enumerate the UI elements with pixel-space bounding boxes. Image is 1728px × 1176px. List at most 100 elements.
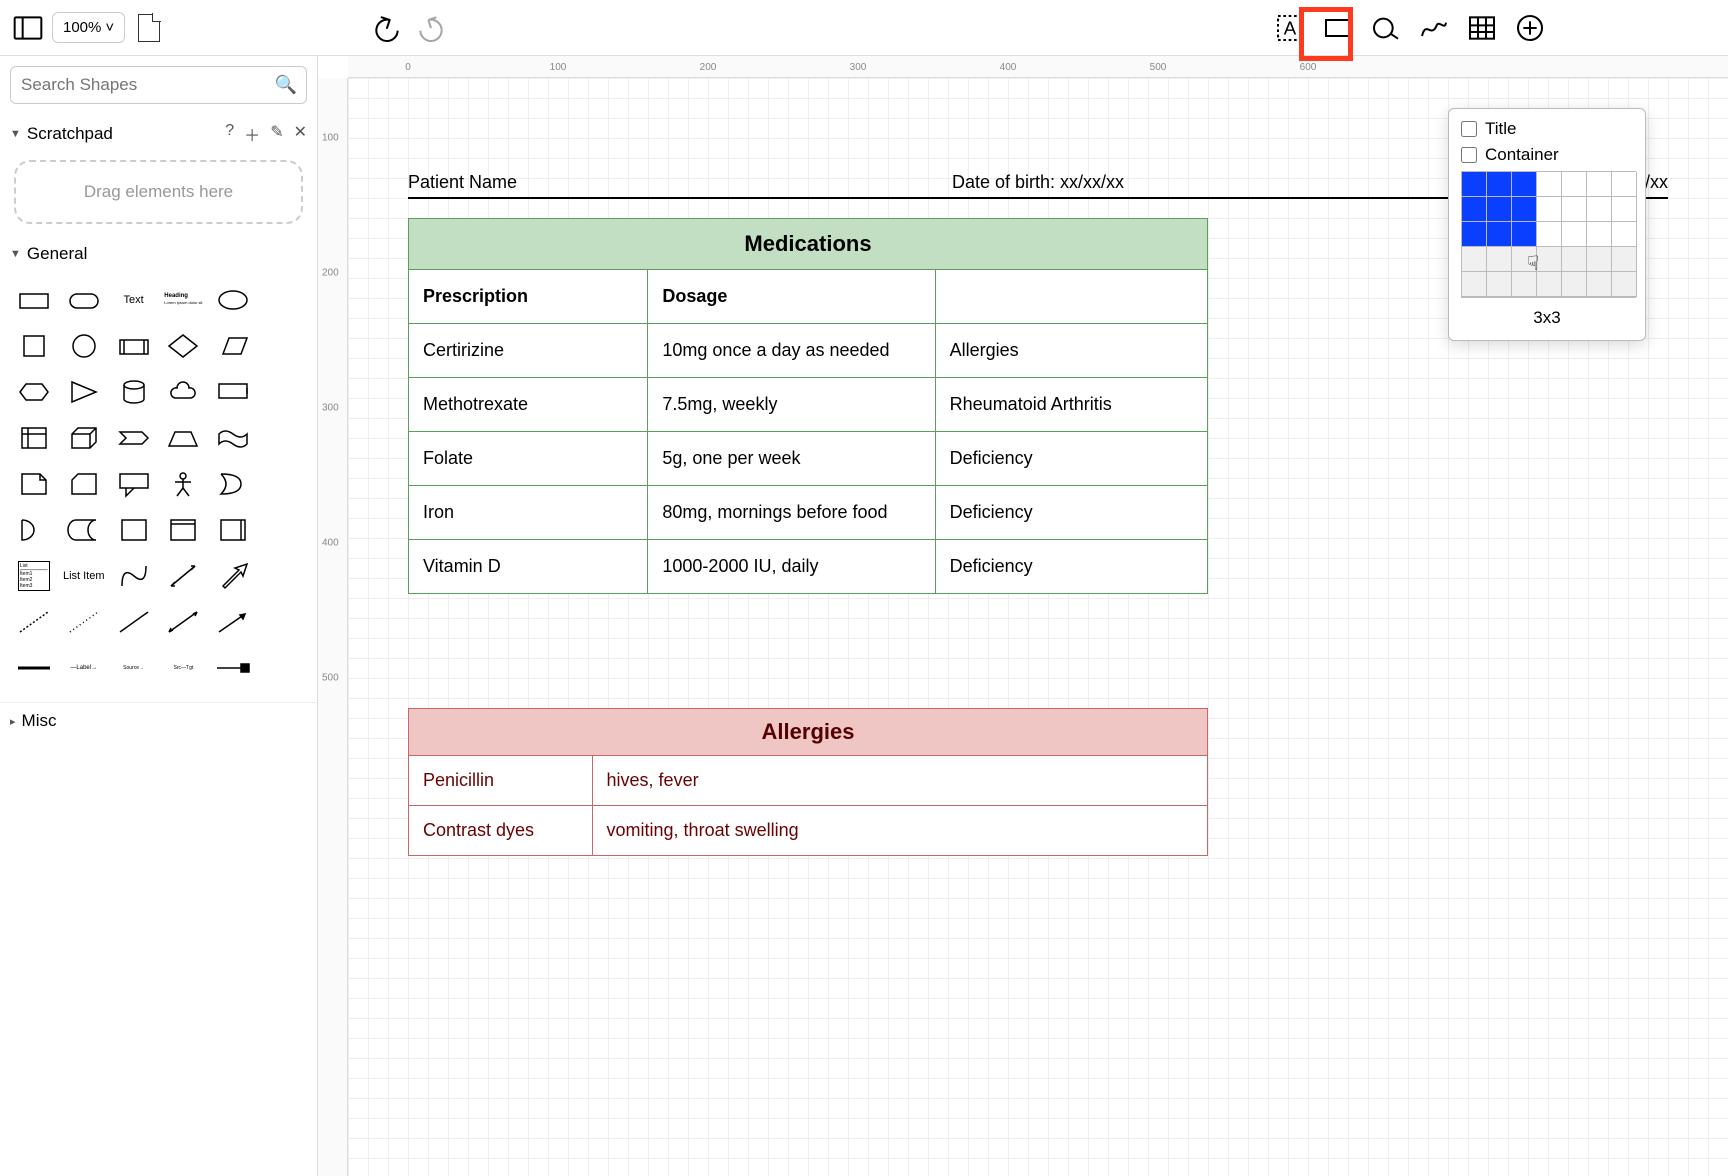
title-checkbox-row[interactable]: Title: [1461, 119, 1633, 139]
freehand-tool-icon[interactable]: [1418, 12, 1450, 44]
shape-blank8[interactable]: [259, 602, 307, 642]
general-header[interactable]: ▼ General: [0, 236, 317, 272]
medications-table[interactable]: Medications Prescription Dosage Certiriz…: [408, 218, 1208, 594]
shape-and[interactable]: [10, 510, 58, 550]
toolbar: 100% ˅ A: [0, 0, 1728, 56]
caret-down-icon: ▼: [10, 248, 21, 260]
shape-srctgt-link[interactable]: Src—Tgt: [159, 648, 207, 688]
patient-name-label: Patient Name: [408, 172, 828, 193]
shape-msg-link[interactable]: [209, 648, 257, 688]
shape-bidir-arrow[interactable]: [159, 556, 207, 596]
table-row[interactable]: Vitamin D1000-2000 IU, dailyDeficiency: [409, 540, 1207, 593]
zoom-value: 100%: [63, 19, 101, 36]
shape-text[interactable]: Text: [110, 280, 158, 320]
shape-heading[interactable]: HeadingLorem ipsum dolor sit: [159, 280, 207, 320]
undo-button[interactable]: [371, 12, 403, 44]
table-row[interactable]: Contrast dyesvomiting, throat swelling: [409, 806, 1207, 855]
scratchpad-header[interactable]: ▼ Scratchpad ? ＋ ✎ ✕: [0, 114, 317, 154]
shape-callout[interactable]: [110, 464, 158, 504]
table-row[interactable]: Folate5g, one per weekDeficiency: [409, 432, 1207, 486]
shape-blank4[interactable]: [259, 418, 307, 458]
shape-internal-storage[interactable]: [10, 418, 58, 458]
shape-callout-rect[interactable]: [209, 372, 257, 412]
shape-list-item[interactable]: List Item: [60, 556, 108, 596]
patient-dob-label: Date of birth: xx/xx/xx: [828, 172, 1248, 193]
chevron-down-icon: ˅: [105, 19, 114, 36]
close-icon[interactable]: ✕: [294, 122, 307, 146]
shape-vcontainer[interactable]: [159, 510, 207, 550]
shape-label-link[interactable]: —Label→: [60, 648, 108, 688]
edit-icon[interactable]: ✎: [270, 122, 283, 146]
shape-tape[interactable]: [209, 418, 257, 458]
table-size-picker[interactable]: [1461, 171, 1636, 298]
sidebar: 🔍 ▼ Scratchpad ? ＋ ✎ ✕ Drag elements her…: [0, 56, 318, 1176]
shape-or[interactable]: [209, 464, 257, 504]
shape-curve[interactable]: [110, 556, 158, 596]
shape-note[interactable]: [10, 464, 58, 504]
table-insert-popover: Title Container 3x3 ☟: [1448, 108, 1646, 341]
shape-ellipse[interactable]: [209, 280, 257, 320]
shape-blank7[interactable]: [259, 556, 307, 596]
shape-trapezoid[interactable]: [159, 418, 207, 458]
shapes-palette: Text HeadingLorem ipsum dolor sit: [0, 272, 317, 696]
shape-arrow[interactable]: [209, 602, 257, 642]
shape-line-bidir[interactable]: [159, 602, 207, 642]
shape-hcontainer[interactable]: [209, 510, 257, 550]
shape-list[interactable]: ListItem1Item2Item3: [10, 556, 58, 596]
misc-label: Misc: [22, 711, 57, 731]
shape-dashed-line[interactable]: [10, 602, 58, 642]
zoom-select[interactable]: 100% ˅: [52, 12, 125, 43]
shape-rectangle[interactable]: [10, 280, 58, 320]
shape-hexagon[interactable]: [10, 372, 58, 412]
shape-diamond[interactable]: [159, 326, 207, 366]
add-tool-icon[interactable]: [1514, 12, 1546, 44]
ruler-vertical: 100 200 300 400 500: [318, 78, 348, 1176]
shape-triangle[interactable]: [60, 372, 108, 412]
table-row[interactable]: Methotrexate7.5mg, weeklyRheumatoid Arth…: [409, 378, 1207, 432]
shape-blank3[interactable]: [259, 372, 307, 412]
shape-src-link[interactable]: Source→: [110, 648, 158, 688]
shape-rounded-rect[interactable]: [60, 280, 108, 320]
shape-cylinder[interactable]: [110, 372, 158, 412]
shape-data-storage[interactable]: [60, 510, 108, 550]
allergies-table[interactable]: Allergies Penicillinhives, fever Contras…: [408, 708, 1208, 856]
shape-cube[interactable]: [60, 418, 108, 458]
shape-block-arrow[interactable]: [209, 556, 257, 596]
scratchpad-dropzone[interactable]: Drag elements here: [14, 160, 303, 224]
shape-step[interactable]: [110, 418, 158, 458]
add-icon[interactable]: ＋: [244, 122, 260, 146]
tutorial-highlight: [1299, 7, 1353, 61]
shape-blank[interactable]: [259, 280, 307, 320]
table-tool-icon[interactable]: [1466, 12, 1498, 44]
misc-header[interactable]: ▸ Misc: [0, 702, 317, 739]
table-row[interactable]: Iron80mg, mornings before foodDeficiency: [409, 486, 1207, 540]
shape-blank9[interactable]: [259, 648, 307, 688]
ruler-horizontal: 0 100 200 300 400 500 600: [348, 56, 1728, 78]
container-checkbox-row[interactable]: Container: [1461, 145, 1633, 165]
shape-blank2[interactable]: [259, 326, 307, 366]
shape-card[interactable]: [60, 464, 108, 504]
shape-line[interactable]: [110, 602, 158, 642]
shape-blank6[interactable]: [259, 510, 307, 550]
shape-thick-link[interactable]: [10, 648, 58, 688]
container-checkbox[interactable]: [1461, 147, 1477, 163]
help-icon[interactable]: ?: [225, 122, 234, 146]
medications-title: Medications: [409, 219, 1207, 270]
ellipse-tool-icon[interactable]: [1370, 12, 1402, 44]
table-row[interactable]: Penicillinhives, fever: [409, 756, 1207, 806]
shape-square[interactable]: [10, 326, 58, 366]
shape-process[interactable]: [110, 326, 158, 366]
sidebar-toggle-icon[interactable]: [12, 12, 44, 44]
shape-blank5[interactable]: [259, 464, 307, 504]
shape-circle[interactable]: [60, 326, 108, 366]
title-checkbox[interactable]: [1461, 121, 1477, 137]
shape-container[interactable]: [110, 510, 158, 550]
search-input[interactable]: [10, 66, 307, 104]
table-row[interactable]: Certirizine10mg once a day as neededAlle…: [409, 324, 1207, 378]
shape-cloud[interactable]: [159, 372, 207, 412]
redo-button[interactable]: [415, 12, 447, 44]
shape-parallelogram[interactable]: [209, 326, 257, 366]
shape-actor[interactable]: [159, 464, 207, 504]
shape-dotted-line[interactable]: [60, 602, 108, 642]
new-page-button[interactable]: [133, 12, 165, 44]
